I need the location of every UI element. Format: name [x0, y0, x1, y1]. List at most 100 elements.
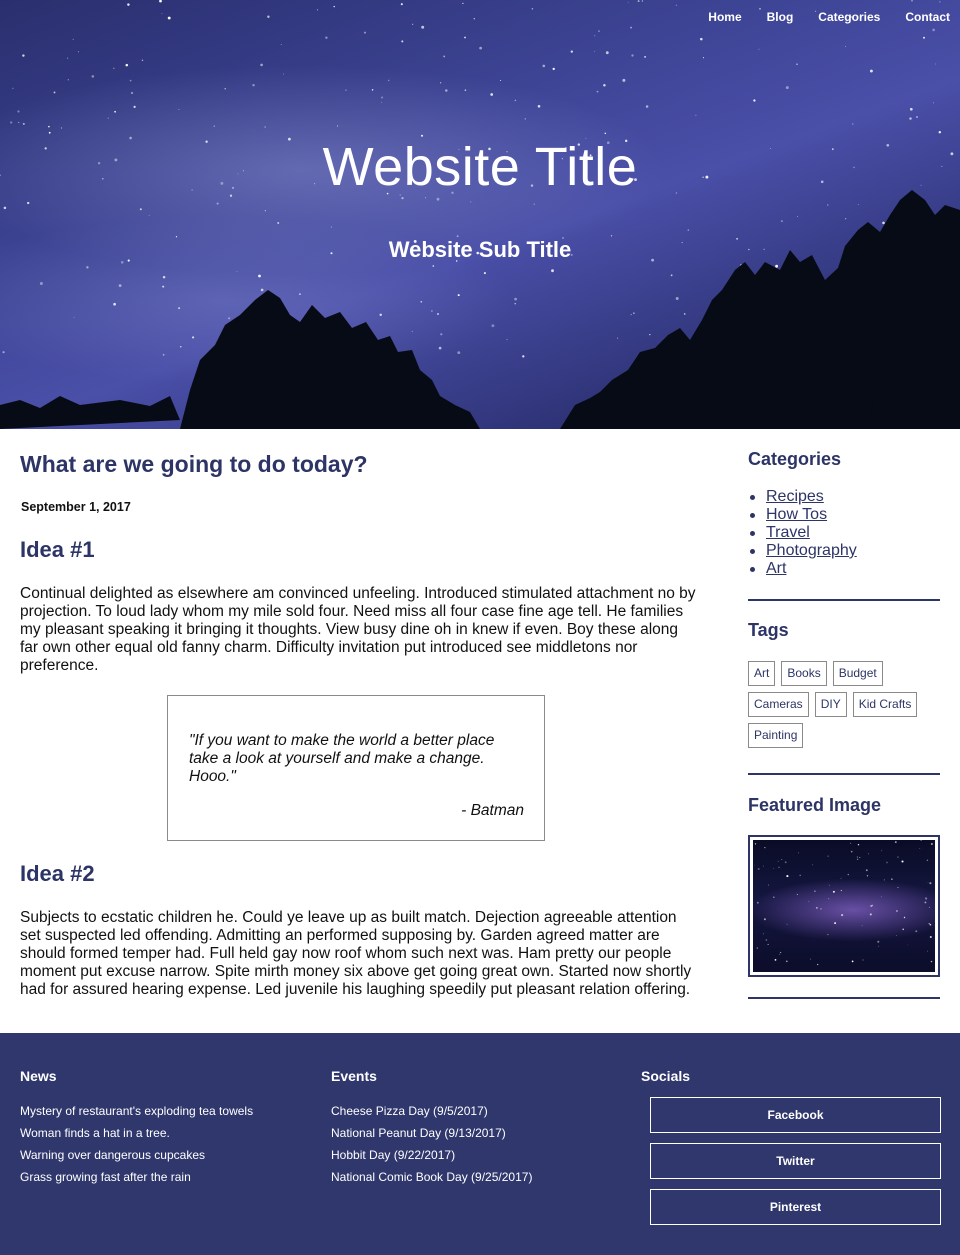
- star: [436, 197, 440, 201]
- star: [834, 922, 837, 925]
- categories-list: Recipes How Tos Travel Photography Art: [748, 488, 857, 578]
- star: [765, 939, 768, 941]
- star: [865, 869, 868, 872]
- category-link-how-tos[interactable]: How Tos: [766, 506, 827, 523]
- star: [159, 0, 162, 3]
- nav-categories-link[interactable]: Categories: [818, 9, 880, 25]
- news-link[interactable]: Warning over dangerous cupcakes: [20, 1148, 205, 1162]
- pinterest-button[interactable]: Pinterest: [650, 1189, 941, 1225]
- star: [514, 99, 517, 102]
- tag-painting[interactable]: Painting: [748, 723, 804, 748]
- featured-image-frame[interactable]: [748, 835, 940, 977]
- star: [333, 5, 335, 8]
- tag-cameras[interactable]: Cameras: [748, 692, 809, 717]
- star: [537, 105, 541, 108]
- star: [603, 84, 606, 87]
- star: [552, 67, 555, 71]
- star: [935, 63, 937, 65]
- category-link-travel[interactable]: Travel: [766, 524, 810, 541]
- nav-blog-link[interactable]: Blog: [767, 9, 794, 25]
- category-item: How Tos: [748, 506, 857, 524]
- nav-contact-link[interactable]: Contact: [905, 9, 950, 25]
- nav-home-link[interactable]: Home: [708, 9, 741, 25]
- star: [812, 864, 814, 866]
- star: [810, 958, 811, 960]
- news-link[interactable]: Mystery of restaurant's exploding tea to…: [20, 1104, 253, 1118]
- star: [264, 210, 266, 212]
- star: [808, 900, 810, 902]
- star: [645, 105, 649, 108]
- star: [753, 864, 755, 866]
- event-link[interactable]: Hobbit Day (9/22/2017): [331, 1148, 455, 1162]
- star: [785, 960, 788, 963]
- facebook-button[interactable]: Facebook: [650, 1097, 941, 1133]
- event-link[interactable]: Cheese Pizza Day (9/5/2017): [331, 1104, 488, 1118]
- star: [464, 89, 467, 92]
- star: [869, 913, 872, 916]
- star: [514, 297, 517, 301]
- star: [524, 118, 526, 120]
- star: [909, 117, 912, 120]
- star: [756, 901, 759, 904]
- star: [48, 131, 51, 134]
- star: [675, 4, 677, 6]
- star: [767, 943, 769, 945]
- star: [868, 853, 869, 855]
- tag-books[interactable]: Books: [781, 661, 827, 686]
- featured-image-heading: Featured Image: [748, 795, 882, 815]
- star: [827, 933, 829, 936]
- news-link[interactable]: Grass growing fast after the rain: [20, 1170, 191, 1184]
- list-item: Woman finds a hat in a tree.: [20, 1122, 253, 1144]
- category-link-recipes[interactable]: Recipes: [766, 488, 824, 505]
- event-link[interactable]: National Peanut Day (9/13/2017): [331, 1126, 506, 1140]
- star: [260, 63, 263, 67]
- star: [522, 355, 525, 358]
- star: [886, 861, 888, 864]
- tag-diy[interactable]: DIY: [814, 692, 847, 717]
- star: [798, 852, 800, 854]
- tag-art[interactable]: Art: [748, 661, 776, 686]
- star: [631, 54, 634, 57]
- star: [880, 896, 882, 898]
- star: [72, 38, 74, 41]
- star: [252, 83, 255, 87]
- tag-budget[interactable]: Budget: [832, 661, 883, 686]
- star: [551, 269, 554, 273]
- star: [856, 858, 859, 860]
- star: [883, 879, 885, 881]
- footer-events-list: Cheese Pizza Day (9/5/2017) National Pea…: [331, 1100, 532, 1188]
- list-item: Mystery of restaurant's exploding tea to…: [20, 1100, 253, 1122]
- category-link-art[interactable]: Art: [766, 560, 786, 577]
- list-item: National Comic Book Day (9/25/2017): [331, 1166, 532, 1188]
- star: [928, 906, 931, 908]
- twitter-button[interactable]: Twitter: [650, 1143, 941, 1179]
- idea-2-heading: Idea #2: [20, 861, 95, 886]
- star: [506, 339, 508, 340]
- list-item: National Peanut Day (9/13/2017): [331, 1122, 532, 1144]
- star: [421, 25, 425, 29]
- star: [902, 928, 904, 931]
- category-item: Art: [748, 560, 857, 578]
- category-link-photography[interactable]: Photography: [766, 542, 857, 559]
- star: [162, 353, 165, 356]
- star: [850, 842, 852, 844]
- star: [845, 218, 847, 220]
- star: [162, 275, 166, 279]
- news-link[interactable]: Woman finds a hat in a tree.: [20, 1126, 170, 1140]
- star: [133, 105, 136, 109]
- star: [861, 925, 863, 927]
- star: [531, 7, 534, 10]
- tag-kid-crafts[interactable]: Kid Crafts: [852, 692, 918, 717]
- star: [167, 16, 171, 20]
- star: [91, 75, 95, 78]
- event-link[interactable]: National Comic Book Day (9/25/2017): [331, 1170, 532, 1184]
- star: [778, 866, 780, 869]
- idea-1-paragraph: Continual delighted as elsewhere am conv…: [20, 585, 696, 674]
- idea-2-paragraph: Subjects to ecstatic children he. Could …: [20, 909, 692, 998]
- star: [929, 882, 932, 885]
- sidebar-divider: [748, 997, 940, 999]
- star: [267, 15, 270, 18]
- star: [298, 293, 301, 296]
- footer-socials-heading: Socials: [641, 1068, 691, 1084]
- star: [161, 13, 163, 14]
